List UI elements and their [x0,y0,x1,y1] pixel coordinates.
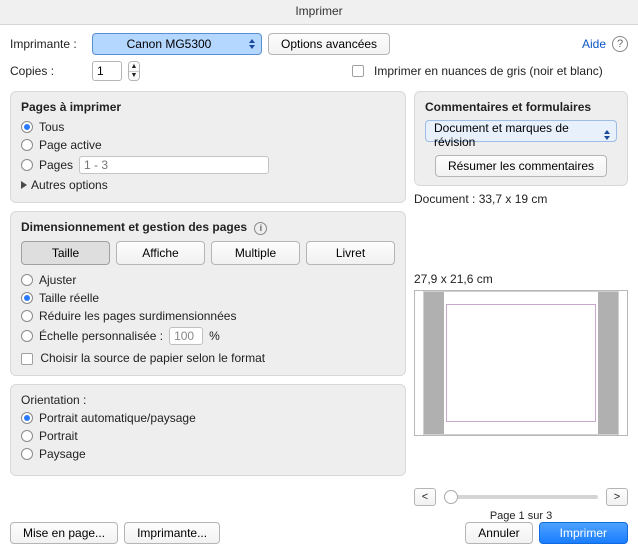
page-range-input[interactable] [79,156,269,174]
page-indicator: Page 1 sur 3 [414,510,628,522]
radio-icon [21,412,33,424]
radio-icon [21,159,33,171]
more-options-label: Autres options [31,178,108,192]
radio-icon [21,292,33,304]
comments-heading: Commentaires et formulaires [425,100,617,114]
orientation-group: Orientation : Portrait automatique/paysa… [10,384,406,476]
orient-landscape-label: Paysage [39,447,86,461]
summarize-comments-button[interactable]: Résumer les commentaires [435,155,607,177]
sizing-heading: Dimensionnement et gestion des pages i [21,220,395,235]
radio-shrink[interactable]: Réduire les pages surdimensionnées [21,309,395,323]
print-button[interactable]: Imprimer [539,522,628,544]
next-page-button[interactable]: > [606,488,628,506]
radio-orient-portrait[interactable]: Portrait [21,429,395,443]
tab-multiple[interactable]: Multiple [211,241,300,265]
page-setup-button[interactable]: Mise en page... [10,522,118,544]
chevron-down-icon: ▼ [129,72,139,81]
radio-orient-auto[interactable]: Portrait automatique/paysage [21,411,395,425]
document-dimensions: Document : 33,7 x 19 cm [414,192,628,206]
grayscale-checkbox[interactable] [352,65,364,77]
radio-fit[interactable]: Ajuster [21,273,395,287]
radio-shrink-label: Réduire les pages surdimensionnées [39,309,236,323]
disclosure-triangle-icon [21,181,27,189]
radio-all-label: Tous [39,120,64,134]
printer-config-button[interactable]: Imprimante... [124,522,220,544]
paper-source-label: Choisir la source de papier selon le for… [40,351,265,365]
grayscale-label: Imprimer en nuances de gris (noir et bla… [374,64,603,78]
sizing-group: Dimensionnement et gestion des pages i T… [10,211,406,376]
paper-source-checkbox[interactable] [21,353,33,365]
tab-booklet[interactable]: Livret [306,241,395,265]
copies-input[interactable] [92,61,122,81]
radio-icon [21,274,33,286]
radio-orient-landscape[interactable]: Paysage [21,447,395,461]
tab-size[interactable]: Taille [21,241,110,265]
tab-poster[interactable]: Affiche [116,241,205,265]
print-preview [414,290,628,436]
paper-dimensions: 27,9 x 21,6 cm [414,272,628,286]
radio-icon [21,448,33,460]
copies-label: Copies : [10,64,86,78]
orient-auto-label: Portrait automatique/paysage [39,411,196,425]
help-icon[interactable]: ? [612,36,628,52]
pages-heading: Pages à imprimer [21,100,395,114]
custom-scale-input[interactable] [169,327,203,345]
orient-portrait-label: Portrait [39,429,78,443]
radio-custom-label: Échelle personnalisée : [39,329,163,343]
copies-stepper[interactable]: ▲ ▼ [128,61,140,81]
slider-thumb[interactable] [444,490,458,504]
radio-range[interactable]: Pages [21,156,395,174]
radio-icon [21,430,33,442]
info-icon[interactable]: i [254,222,267,235]
radio-current[interactable]: Page active [21,138,395,152]
radio-current-label: Page active [39,138,102,152]
more-options-disclosure[interactable]: Autres options [21,178,395,192]
radio-icon [21,330,33,342]
radio-all[interactable]: Tous [21,120,395,134]
percent-label: % [209,329,220,343]
page-slider[interactable] [444,495,598,499]
cancel-button[interactable]: Annuler [465,522,532,544]
radio-icon [21,310,33,322]
prev-page-button[interactable]: < [414,488,436,506]
radio-custom-scale[interactable]: Échelle personnalisée : % [21,327,395,345]
pages-group: Pages à imprimer Tous Page active Pages … [10,91,406,203]
printer-select[interactable]: Canon MG5300 [92,33,262,55]
comments-group: Commentaires et formulaires Document et … [414,91,628,186]
radio-actual-label: Taille réelle [39,291,99,305]
radio-icon [21,139,33,151]
printer-label: Imprimante : [10,37,86,51]
radio-fit-label: Ajuster [39,273,76,287]
help-link[interactable]: Aide [582,37,606,51]
window-title: Imprimer [0,0,638,25]
radio-actual[interactable]: Taille réelle [21,291,395,305]
chevron-up-icon: ▲ [129,62,139,72]
radio-range-label: Pages [39,158,73,172]
advanced-options-button[interactable]: Options avancées [268,33,390,55]
radio-icon [21,121,33,133]
orientation-heading: Orientation : [21,393,395,407]
comments-select[interactable]: Document et marques de révision [425,120,617,142]
